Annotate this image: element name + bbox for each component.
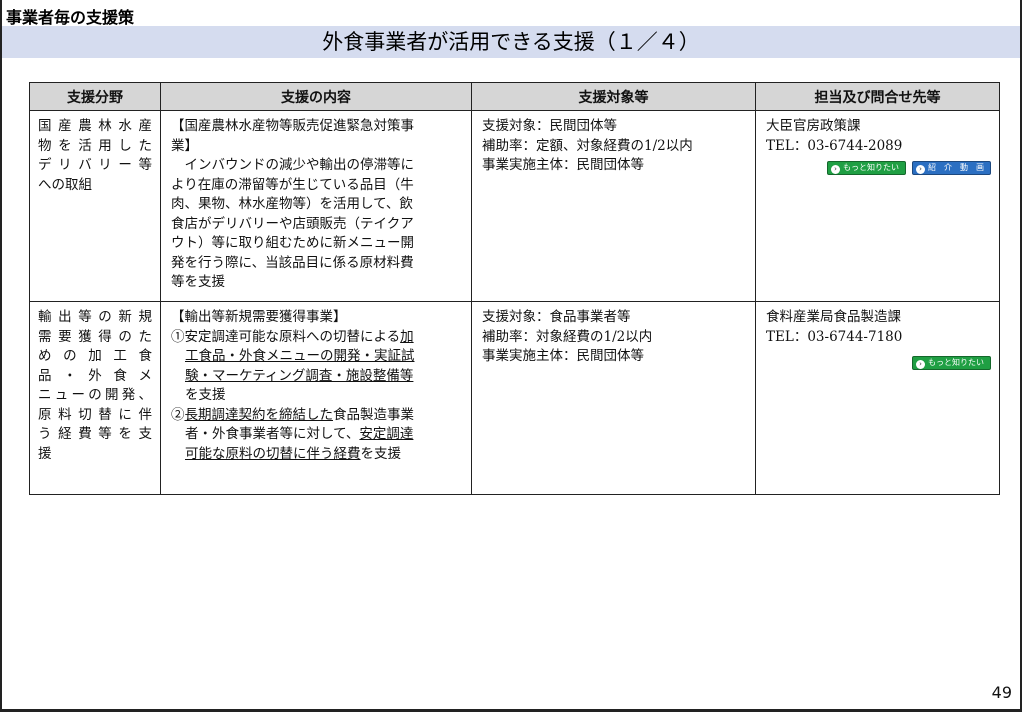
learn-more-button[interactable]: › もっと知りたい: [827, 160, 906, 175]
support-content-cell: 【国産農林水産物等販売促進緊急対策事 業】 インバウンドの減少や輸出の停滞等に …: [160, 110, 472, 302]
content-underlined: 可能な原料の切替に伴う経費: [185, 445, 361, 462]
support-content-line: 者・外食事業者等に対して、安定調達: [171, 425, 465, 445]
support-content-line: 工食品・外食メニューの開発・実証試: [171, 347, 465, 367]
contact-phone: TEL：03-6744-7180: [766, 328, 903, 345]
support-target-line: 事業実施主体：民間団体等: [482, 348, 644, 364]
support-content-line: 験・マーケティング調査・施設整備等: [171, 367, 465, 387]
content-text: ①安定調達可能な原料への切替による: [171, 328, 401, 345]
content-underlined: 工食品・外食メニューの開発・実証試: [185, 348, 415, 364]
content-text: を支援: [360, 445, 402, 462]
support-field-line: 原料切替に伴: [38, 406, 152, 423]
support-field-line: 援: [38, 445, 52, 462]
contact-buttons: › もっと知りたい › 紹 介 動 画: [766, 158, 993, 178]
content-underlined: 験・マーケティング調査・施設整備等: [185, 367, 414, 384]
learn-more-label: もっと知りたい: [843, 162, 899, 172]
support-field-line: デリバリー等: [38, 157, 152, 173]
table-row: 輸出等の新規 需要獲得のた め の 加 工 食 品 ・ 外 食 メ ニューの開発…: [29, 301, 1000, 495]
page-title: 外食事業者が活用できる支援（１／４）: [322, 30, 700, 54]
support-table: 支援分野 支援の内容 支援対象等 担当及び問合せ先等 国産農林水産 物を活用した…: [29, 82, 1000, 495]
support-content-cell: 【輸出等新規需要獲得事業】 ①安定調達可能な原料への切替による加 工食品・外食メ…: [160, 301, 472, 495]
support-content-line: より在庫の滞留等が生じている品目（牛: [171, 176, 414, 193]
contact-department: 大臣官房政策課: [766, 118, 861, 134]
support-content-line: 発を行う際に、当該品目に係る原材料費: [171, 254, 414, 271]
support-field-cell: 輸出等の新規 需要獲得のた め の 加 工 食 品 ・ 外 食 メ ニューの開発…: [29, 301, 161, 495]
support-target-line: 補助率：定額、対象経費の1/2以内: [482, 137, 693, 154]
content-text: ②: [171, 406, 185, 423]
support-field-line: ニューの開発、: [38, 387, 152, 403]
learn-more-label: もっと知りたい: [928, 357, 984, 367]
section-label: 事業者毎の支援策: [6, 8, 135, 27]
page-number: 49: [991, 683, 1012, 702]
support-target-cell: 支援対象：民間団体等 補助率：定額、対象経費の1/2以内 事業実施主体：民間団体…: [471, 110, 756, 302]
content-underlined: 長期調達契約を締結した: [184, 406, 334, 423]
support-field-line: め の 加 工 食: [38, 348, 152, 364]
support-field-line: う 経 費 等 を 支: [38, 426, 152, 442]
support-target-line: 支援対象：食品事業者等: [482, 309, 631, 325]
support-content-line: 等を支援: [171, 274, 225, 290]
support-field-line: 輸出等の新規: [38, 309, 152, 325]
support-field-line: への取組: [38, 176, 92, 193]
support-content-line: 肉、果物、林水産物等）を活用して、飲: [171, 196, 413, 212]
contact-department: 食料産業局食品製造課: [766, 309, 901, 325]
arrow-right-icon: ›: [916, 359, 925, 369]
learn-more-button[interactable]: › もっと知りたい: [912, 355, 991, 370]
content-underlined: 安定調達: [359, 426, 414, 442]
support-field-line: 品 ・ 外 食 メ: [38, 367, 152, 384]
contact-cell: 食料産業局食品製造課 TEL：03-6744-7180 › もっと知りたい: [755, 301, 1000, 495]
support-target-line: 支援対象：民間団体等: [482, 118, 617, 134]
support-target-line: 事業実施主体：民間団体等: [482, 157, 644, 173]
contact-phone: TEL：03-6744-2089: [766, 137, 903, 154]
column-header-contact: 担当及び問合せ先等: [755, 82, 1000, 111]
column-header-target: 支援対象等: [471, 82, 756, 111]
support-content-line: ②長期調達契約を締結した食品製造事業: [171, 406, 465, 426]
table-header-row: 支援分野 支援の内容 支援対象等 担当及び問合せ先等: [29, 82, 1000, 111]
column-header-content: 支援の内容: [160, 82, 472, 111]
arrow-right-icon: ›: [831, 164, 840, 174]
intro-video-button[interactable]: › 紹 介 動 画: [912, 160, 991, 175]
content-text: 者・外食事業者等に対して、: [185, 426, 360, 442]
support-field-line: 国産農林水産: [38, 118, 152, 134]
arrow-right-icon: ›: [916, 164, 925, 174]
support-field-cell: 国産農林水産 物を活用した デリバリー等 への取組: [29, 110, 161, 302]
support-content-line: 可能な原料の切替に伴う経費を支援: [171, 445, 465, 465]
table-row: 国産農林水産 物を活用した デリバリー等 への取組 【国産農林水産物等販売促進緊…: [29, 110, 1000, 302]
support-field-line: 需要獲得のた: [38, 328, 152, 345]
support-content-line: ①安定調達可能な原料への切替による加: [171, 328, 465, 348]
support-content-line: インバウンドの減少や輸出の停滞等に: [171, 157, 414, 173]
support-content-line: 業】: [171, 137, 198, 154]
support-content-line: ウト）等に取り組むために新メニュー開: [171, 235, 414, 251]
support-content-line: を支援: [185, 387, 226, 403]
support-content-line: 【輸出等新規需要獲得事業】: [171, 309, 347, 325]
contact-buttons: › もっと知りたい: [766, 353, 993, 373]
intro-video-label: 紹 介 動 画: [928, 162, 984, 172]
support-target-line: 補助率：対象経費の1/2以内: [482, 328, 653, 345]
support-content-line: 【国産農林水産物等販売促進緊急対策事: [171, 118, 414, 134]
content-underlined: 加: [400, 328, 414, 345]
support-content-line: 食店がデリバリーや店頭販売（テイクア: [171, 215, 414, 232]
contact-cell: 大臣官房政策課 TEL：03-6744-2089 › もっと知りたい › 紹 介 動 …: [755, 110, 1000, 302]
support-target-cell: 支援対象：食品事業者等 補助率：対象経費の1/2以内 事業実施主体：民間団体等: [471, 301, 756, 495]
title-band: 外食事業者が活用できる支援（１／４）: [2, 26, 1020, 58]
column-header-field: 支援分野: [29, 82, 161, 111]
support-field-line: 物を活用した: [38, 137, 152, 154]
content-text: 食品製造事業: [333, 406, 414, 423]
